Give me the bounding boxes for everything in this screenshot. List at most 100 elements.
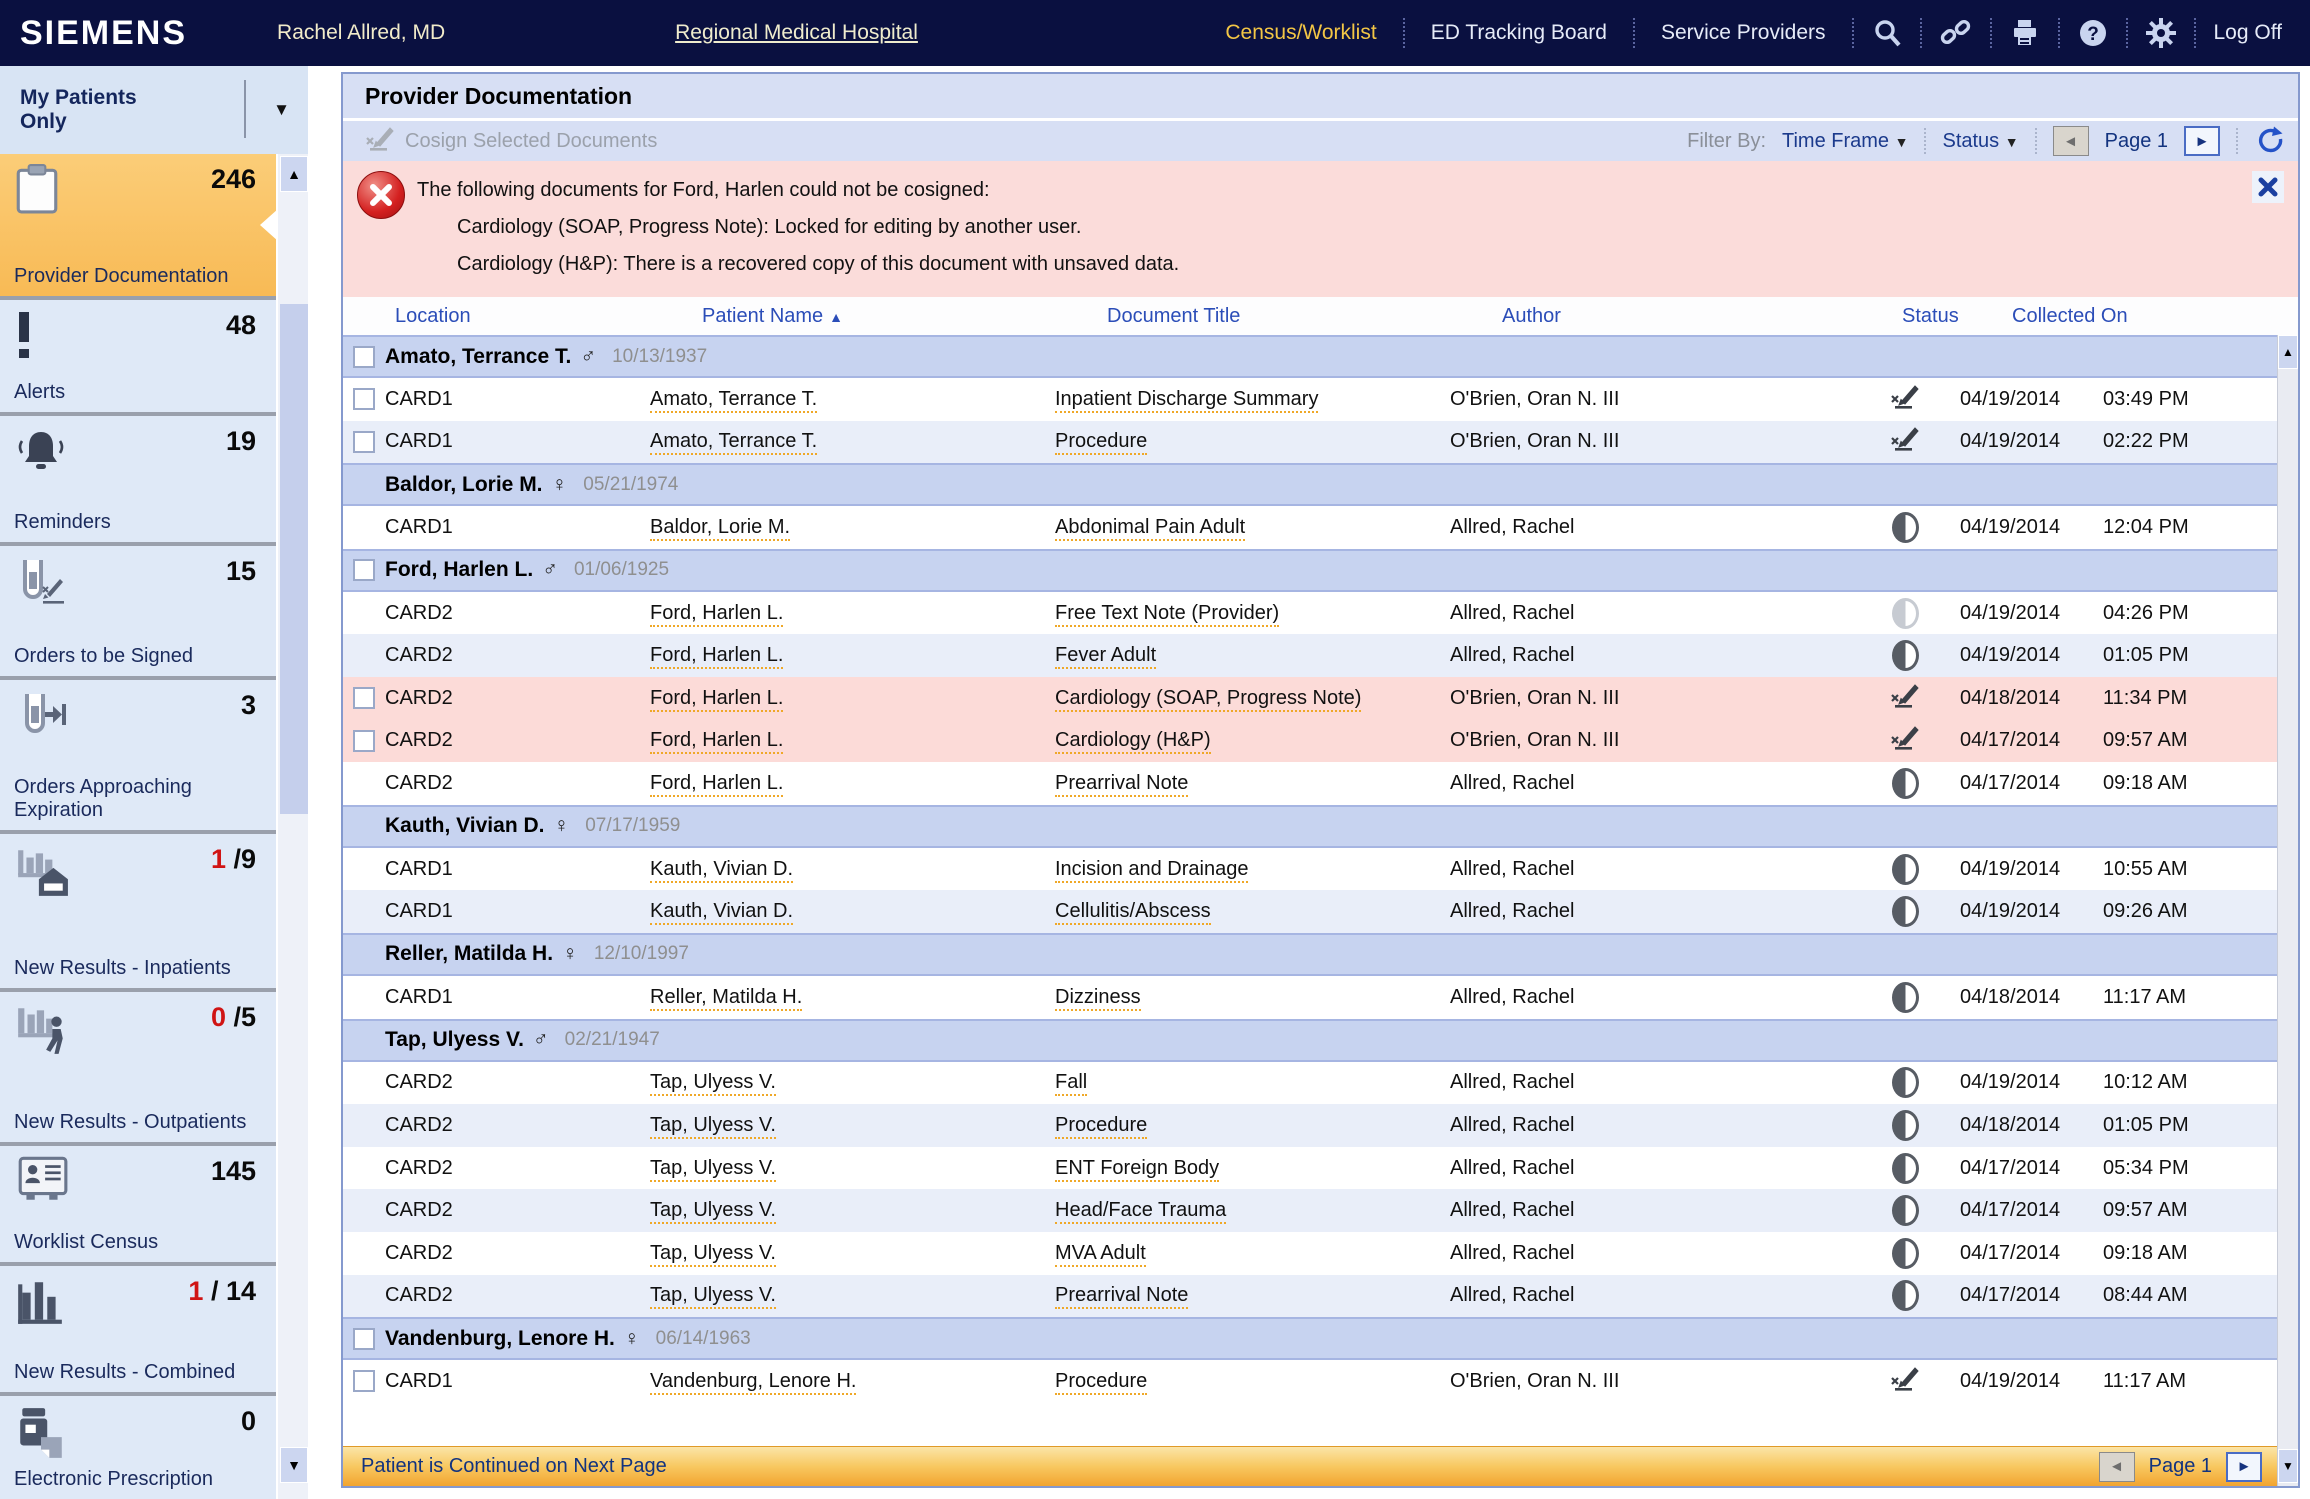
document-row[interactable]: CARD1Kauth, Vivian D.Incision and Draina… [343, 848, 2278, 891]
settings-icon[interactable] [2128, 18, 2194, 48]
document-title-link[interactable]: Cellulitis/Abscess [1055, 900, 1211, 925]
column-header-author[interactable]: Author [1492, 305, 1892, 328]
document-row[interactable]: CARD2Ford, Harlen L.Fever AdultAllred, R… [343, 634, 2278, 677]
document-row[interactable]: CARD2Ford, Harlen L.Free Text Note (Prov… [343, 592, 2278, 635]
patient-name-link[interactable]: Tap, Ulyess V. [650, 1071, 776, 1096]
document-title-link[interactable]: Inpatient Discharge Summary [1055, 388, 1318, 413]
document-row[interactable]: CARD1Vandenburg, Lenore H.ProcedureO'Bri… [343, 1360, 2278, 1403]
next-page-button[interactable]: ► [2184, 126, 2220, 156]
sidebar-scrollbar[interactable]: ▲ ▼ [276, 154, 308, 1499]
patient-name-link[interactable]: Ford, Harlen L. [650, 644, 783, 669]
patient-name-link[interactable]: Kauth, Vivian D. [650, 900, 793, 925]
document-row[interactable]: CARD2Tap, Ulyess V.Head/Face TraumaAllre… [343, 1189, 2278, 1232]
patient-name-link[interactable]: Tap, Ulyess V. [650, 1242, 776, 1267]
print-icon[interactable] [1992, 18, 2058, 48]
patient-group-header[interactable]: Kauth, Vivian D.♀07/17/1959 [343, 805, 2278, 848]
document-row[interactable]: CARD2Tap, Ulyess V.ENT Foreign BodyAllre… [343, 1147, 2278, 1190]
previous-page-button[interactable]: ◄ [2099, 1452, 2135, 1482]
chevron-down-icon[interactable]: ▼ [273, 100, 290, 120]
document-title-link[interactable]: Prearrival Note [1055, 772, 1188, 797]
document-title-link[interactable]: Head/Face Trauma [1055, 1199, 1226, 1224]
patient-group-header[interactable]: Ford, Harlen L.♂01/06/1925 [343, 549, 2278, 592]
sidebar-item-orders-approaching-expiration[interactable]: 3Orders Approaching Expiration [0, 680, 276, 830]
document-title-link[interactable]: Abdonimal Pain Adult [1055, 516, 1245, 541]
patient-name-link[interactable]: Tap, Ulyess V. [650, 1199, 776, 1224]
patient-group-header[interactable]: Reller, Matilda H.♀12/10/1997 [343, 933, 2278, 976]
patient-name-link[interactable]: Amato, Terrance T. [650, 430, 817, 455]
sidebar-item-new-results-outpatients[interactable]: 0 /5New Results - Outpatients [0, 992, 276, 1142]
close-error-icon[interactable] [2252, 171, 2284, 203]
topbar-nav-service-providers[interactable]: Service Providers [1635, 21, 1852, 45]
document-title-link[interactable]: Procedure [1055, 1114, 1147, 1139]
time-frame-filter-dropdown[interactable]: Time Frame ▼ [1782, 130, 1908, 153]
document-row[interactable]: CARD1Baldor, Lorie M.Abdonimal Pain Adul… [343, 506, 2278, 549]
patient-name-link[interactable]: Ford, Harlen L. [650, 729, 783, 754]
column-header-patient-name[interactable]: Patient Name▲ [692, 305, 1097, 328]
sidebar-item-new-results-combined[interactable]: 1 / 14New Results - Combined [0, 1266, 276, 1392]
document-row[interactable]: CARD1Amato, Terrance T.ProcedureO'Brien,… [343, 421, 2278, 464]
patient-name-link[interactable]: Reller, Matilda H. [650, 986, 802, 1011]
patient-name-link[interactable]: Ford, Harlen L. [650, 687, 783, 712]
column-header-collected-on[interactable]: Collected On [2002, 305, 2298, 328]
group-checkbox[interactable] [353, 1328, 375, 1350]
sidebar-item-orders-to-be-signed[interactable]: 15Orders to be Signed [0, 546, 276, 676]
document-row[interactable]: CARD1Reller, Matilda H.DizzinessAllred, … [343, 976, 2278, 1019]
patient-name-link[interactable]: Ford, Harlen L. [650, 602, 783, 627]
document-title-link[interactable]: Procedure [1055, 430, 1147, 455]
row-checkbox[interactable] [353, 388, 375, 410]
refresh-icon[interactable] [2254, 126, 2284, 156]
sidebar-item-reminders[interactable]: 19Reminders [0, 416, 276, 542]
scroll-down-icon[interactable]: ▼ [280, 1447, 308, 1483]
document-title-link[interactable]: Procedure [1055, 1370, 1147, 1395]
patient-name-link[interactable]: Tap, Ulyess V. [650, 1157, 776, 1182]
scroll-down-icon[interactable]: ▼ [2278, 1449, 2298, 1483]
sidebar-item-alerts[interactable]: 48Alerts [0, 300, 276, 412]
document-row[interactable]: CARD2Tap, Ulyess V.ProcedureAllred, Rach… [343, 1104, 2278, 1147]
document-title-link[interactable]: Prearrival Note [1055, 1284, 1188, 1309]
patient-name-link[interactable]: Ford, Harlen L. [650, 772, 783, 797]
facility-link[interactable]: Regional Medical Hospital [675, 21, 918, 45]
sidebar-item-provider-documentation[interactable]: 246Provider Documentation [0, 154, 276, 296]
previous-page-button[interactable]: ◄ [2053, 126, 2089, 156]
next-page-button[interactable]: ► [2226, 1452, 2262, 1482]
document-row[interactable]: CARD1Amato, Terrance T.Inpatient Dischar… [343, 378, 2278, 421]
patient-group-header[interactable]: Vandenburg, Lenore H.♀06/14/1963 [343, 1317, 2278, 1360]
row-checkbox[interactable] [353, 1370, 375, 1392]
group-checkbox[interactable] [353, 346, 375, 368]
document-title-link[interactable]: Dizziness [1055, 986, 1141, 1011]
table-scrollbar[interactable]: ▲ ▼ [2277, 335, 2298, 1486]
status-filter-dropdown[interactable]: Status ▼ [1942, 130, 2018, 153]
column-header-status[interactable]: Status [1892, 305, 2002, 328]
cosign-selected-documents-button[interactable]: Cosign Selected Documents [365, 126, 657, 157]
patient-group-header[interactable]: Baldor, Lorie M.♀05/21/1974 [343, 463, 2278, 506]
document-row[interactable]: CARD2Tap, Ulyess V.Prearrival NoteAllred… [343, 1275, 2278, 1318]
document-title-link[interactable]: Fall [1055, 1071, 1087, 1096]
document-title-link[interactable]: MVA Adult [1055, 1242, 1146, 1267]
document-title-link[interactable]: Cardiology (SOAP, Progress Note) [1055, 687, 1361, 712]
document-row[interactable]: CARD1Kauth, Vivian D.Cellulitis/AbscessA… [343, 890, 2278, 933]
scrollbar-thumb[interactable] [280, 304, 308, 814]
row-checkbox[interactable] [353, 687, 375, 709]
patient-name-link[interactable]: Vandenburg, Lenore H. [650, 1370, 856, 1395]
column-header-location[interactable]: Location [385, 305, 692, 328]
column-header-document-title[interactable]: Document Title [1097, 305, 1492, 328]
sidebar-item-worklist-census[interactable]: 145Worklist Census [0, 1146, 276, 1262]
patient-group-header[interactable]: Amato, Terrance T.♂10/13/1937 [343, 335, 2278, 378]
patient-name-link[interactable]: Kauth, Vivian D. [650, 858, 793, 883]
link-icon[interactable] [1922, 18, 1990, 48]
sidebar-item-new-results-inpatients[interactable]: 1 /9New Results - Inpatients [0, 834, 276, 988]
help-icon[interactable]: ? [2060, 18, 2126, 48]
document-row[interactable]: CARD2Tap, Ulyess V.FallAllred, Rachel04/… [343, 1062, 2278, 1105]
row-checkbox[interactable] [353, 730, 375, 752]
document-row[interactable]: CARD2Tap, Ulyess V.MVA AdultAllred, Rach… [343, 1232, 2278, 1275]
log-off-button[interactable]: Log Off [2196, 21, 2293, 45]
sidebar-item-electronic-prescription[interactable]: 0Electronic Prescription [0, 1396, 276, 1499]
scroll-up-icon[interactable]: ▲ [280, 156, 308, 192]
search-icon[interactable] [1854, 18, 1920, 48]
scroll-up-icon[interactable]: ▲ [2278, 335, 2298, 369]
document-title-link[interactable]: Incision and Drainage [1055, 858, 1248, 883]
document-row[interactable]: CARD2Ford, Harlen L.Cardiology (H&P)O'Br… [343, 720, 2278, 763]
patient-group-header[interactable]: Tap, Ulyess V.♂02/21/1947 [343, 1019, 2278, 1062]
patient-name-link[interactable]: Baldor, Lorie M. [650, 516, 790, 541]
document-row[interactable]: CARD2Ford, Harlen L.Cardiology (SOAP, Pr… [343, 677, 2278, 720]
